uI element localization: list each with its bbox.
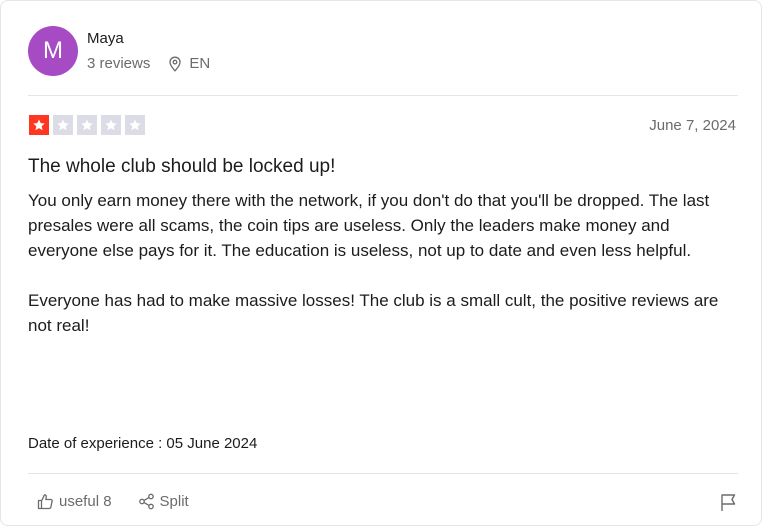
- share-button[interactable]: Split: [138, 493, 189, 510]
- star-empty: [101, 115, 121, 135]
- report-button[interactable]: [720, 493, 737, 517]
- reviewer-locale: EN: [168, 54, 210, 74]
- review-body: You only earn money there with the netwo…: [28, 188, 728, 363]
- thumbs-up-icon: [37, 494, 53, 510]
- star-icon: [57, 119, 69, 131]
- locale-label: EN: [189, 55, 211, 72]
- reviewer-meta: 3 reviews EN: [87, 54, 210, 74]
- review-card: M Maya 3 reviews EN June 7, 2024 The who…: [0, 0, 762, 526]
- star-icon: [33, 119, 45, 131]
- reviewer-header: M Maya 3 reviews EN: [28, 26, 210, 76]
- review-paragraph: Everyone has had to make massive losses!…: [28, 291, 719, 335]
- avatar[interactable]: M: [28, 26, 78, 76]
- star-icon: [81, 119, 93, 131]
- star-empty: [77, 115, 97, 135]
- footer-divider: [28, 473, 738, 474]
- star-empty: [125, 115, 145, 135]
- star-icon: [129, 119, 141, 131]
- useful-label: useful 8: [59, 493, 112, 510]
- header-divider: [28, 95, 738, 96]
- star-rating: [29, 115, 149, 135]
- review-paragraph: You only earn money there with the netwo…: [28, 191, 710, 260]
- reviewer-name[interactable]: Maya: [87, 29, 210, 49]
- useful-button[interactable]: useful 8: [37, 493, 112, 510]
- review-actions: useful 8 Split: [37, 493, 189, 510]
- share-label: Split: [159, 493, 189, 510]
- reviewer-info: Maya 3 reviews EN: [87, 29, 210, 74]
- flag-icon: [721, 494, 736, 511]
- review-date: June 7, 2024: [649, 117, 736, 134]
- share-icon: [138, 493, 154, 510]
- star-filled: [29, 115, 49, 135]
- location-pin-icon: [169, 56, 182, 72]
- avatar-initial: M: [43, 37, 63, 64]
- star-empty: [53, 115, 73, 135]
- star-icon: [105, 119, 117, 131]
- review-count: 3 reviews: [87, 55, 151, 72]
- date-of-experience: Date of experience : 05 June 2024: [28, 435, 258, 452]
- review-title: The whole club should be locked up!: [28, 156, 336, 177]
